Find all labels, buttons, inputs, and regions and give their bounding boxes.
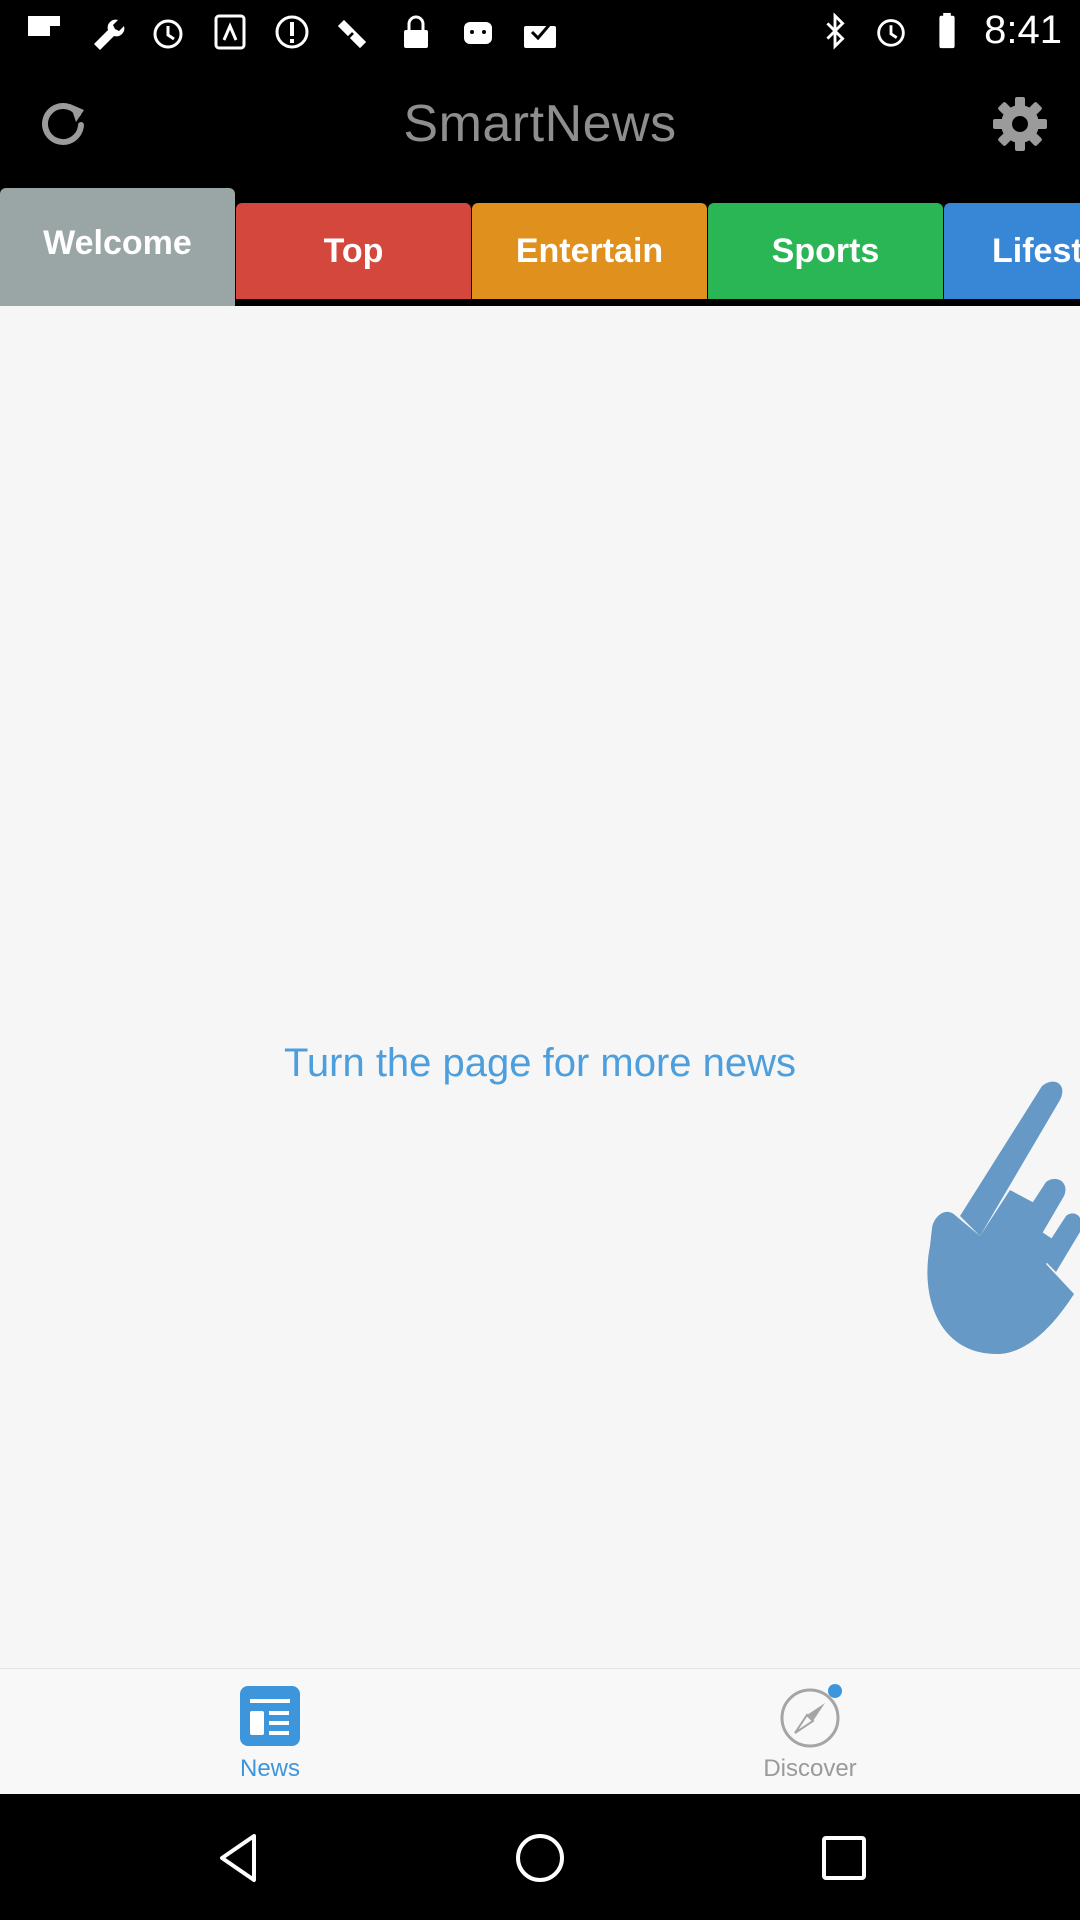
tab-top[interactable]: Top — [236, 203, 471, 299]
tab-entertain[interactable]: Entertain — [472, 203, 707, 299]
check-icon — [524, 23, 556, 48]
app-icon — [214, 14, 246, 50]
wrench-icon — [94, 19, 125, 50]
app-bar: SmartNews — [0, 64, 1080, 190]
main-content[interactable]: Turn the page for more news — [0, 306, 1080, 1668]
compass-icon — [780, 1684, 842, 1748]
swipe-hand-icon — [927, 1081, 1080, 1355]
alarm-icon — [877, 18, 905, 47]
recents-icon[interactable] — [816, 1830, 872, 1886]
info-icon — [275, 15, 309, 49]
bluetooth-icon — [826, 11, 845, 50]
home-icon[interactable] — [512, 1830, 568, 1886]
tab-welcome[interactable]: Welcome — [0, 188, 235, 306]
system-navigation — [0, 1794, 1080, 1920]
bottom-navigation: News Discover — [0, 1668, 1080, 1795]
gear-icon[interactable] — [990, 94, 1050, 154]
app-title: SmartNews — [403, 95, 677, 153]
battery-icon — [939, 12, 955, 48]
tab-lifestyle[interactable]: Lifest — [944, 203, 1080, 299]
nav-discover-label: Discover — [763, 1755, 857, 1782]
back-icon[interactable] — [210, 1830, 266, 1886]
tab-sports[interactable]: Sports — [708, 203, 943, 299]
status-bar: 8:41 — [0, 0, 1080, 64]
news-icon — [240, 1686, 300, 1746]
nav-news[interactable]: News — [160, 1677, 380, 1787]
nav-discover[interactable]: Discover — [700, 1677, 920, 1787]
clock: 8:41 — [984, 8, 1062, 52]
alarm-icon — [153, 19, 183, 49]
notification-icons — [24, 12, 560, 52]
android-icon — [464, 22, 492, 44]
satellite-icon — [337, 19, 367, 49]
nav-news-label: News — [239, 1755, 300, 1782]
category-tabs: Welcome Top Entertain Sports Lifest — [0, 188, 1080, 306]
flipboard-icon — [28, 16, 60, 36]
lock-icon — [404, 15, 428, 48]
